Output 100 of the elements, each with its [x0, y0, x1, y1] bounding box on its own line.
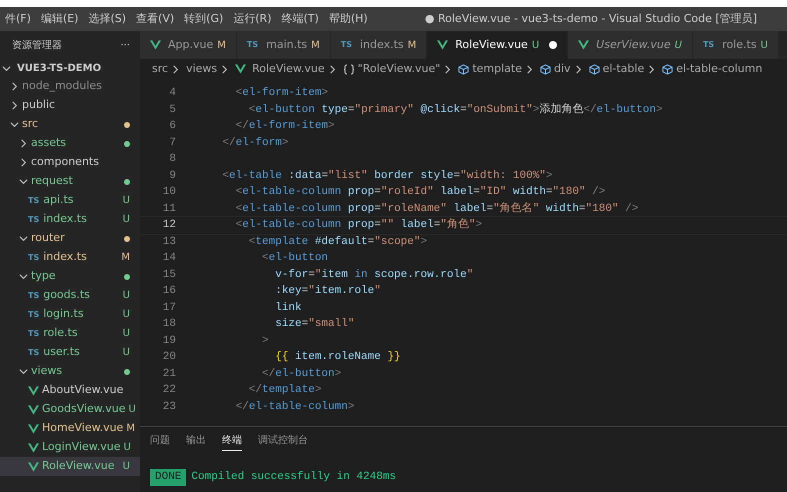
line-number: 12 — [162, 218, 176, 233]
menu-item[interactable]: 选择(S) — [83, 10, 132, 28]
chevron-icon[interactable] — [19, 177, 28, 186]
tree-item[interactable]: TS goods.ts U — [0, 286, 140, 305]
git-status: U — [674, 38, 682, 52]
chevron-icon[interactable] — [19, 234, 28, 243]
code-line: </el-button> — [261, 366, 342, 382]
panel-tab[interactable]: 输出 — [186, 431, 206, 451]
breadcrumb-item[interactable]: RoleView.vue — [252, 60, 325, 78]
git-status: U — [122, 327, 130, 341]
menu-item[interactable]: 查看(V) — [131, 10, 180, 28]
vue-file-icon — [28, 404, 39, 414]
panel-tab[interactable]: 问题 — [150, 431, 170, 451]
breadcrumb-item[interactable]: div — [554, 60, 571, 78]
chevron-icon[interactable] — [19, 272, 28, 281]
menu-item[interactable]: 件(F) — [0, 10, 36, 28]
separator-icon[interactable] — [574, 64, 583, 74]
breadcrumb-item[interactable]: el-table-column — [676, 60, 762, 78]
code-line: <el-button — [261, 251, 328, 266]
element-icon — [458, 64, 470, 74]
chevron-icon[interactable] — [2, 64, 11, 72]
ts-file-icon: TS — [28, 194, 40, 206]
line-number: 22 — [162, 383, 176, 398]
git-status: M — [126, 422, 135, 436]
editor-tab[interactable]: UserView.vue U — [568, 31, 693, 59]
breadcrumb-item[interactable]: src — [152, 60, 168, 78]
tree-item[interactable]: public — [0, 96, 140, 115]
panel-tab[interactable]: 终端 — [222, 431, 242, 451]
chevron-icon[interactable] — [10, 120, 19, 129]
chevron-icon[interactable] — [10, 82, 19, 91]
separator-icon[interactable] — [443, 64, 452, 74]
tree-item[interactable]: HomeView.vue M — [0, 419, 140, 438]
git-status: U — [532, 38, 540, 52]
menu-item[interactable]: 运行(R) — [228, 10, 276, 28]
chevron-icon[interactable] — [10, 101, 19, 110]
file-name: AboutView.vue — [42, 382, 124, 398]
element-icon — [540, 64, 551, 74]
project-title[interactable]: VUE3-TS-DEMO — [17, 60, 102, 76]
more-button[interactable]: ··· — [120, 38, 130, 52]
editor-tab[interactable]: TS index.ts M — [330, 31, 428, 59]
menu-item[interactable]: 终端(T) — [276, 10, 324, 28]
element-icon — [588, 64, 600, 74]
editor-tab[interactable]: App.vue M — [140, 31, 237, 59]
tree-item[interactable]: TS login.ts U — [0, 305, 140, 324]
breadcrumb-item[interactable]: views — [186, 60, 218, 78]
tree-item[interactable]: assets — [0, 134, 140, 153]
tree-item[interactable]: GoodsView.vue U — [0, 400, 140, 419]
tree-item[interactable]: router — [0, 229, 140, 248]
chevron-icon[interactable] — [19, 158, 28, 167]
tree-item[interactable]: TS index.ts M — [0, 248, 140, 267]
chevron-icon[interactable] — [19, 139, 28, 148]
git-status: U — [124, 441, 131, 455]
git-status: M — [408, 38, 416, 52]
menu-item[interactable]: 编辑(E) — [36, 10, 84, 28]
tree-item[interactable]: components — [0, 153, 140, 172]
tree-item[interactable]: TS api.ts U — [0, 191, 140, 210]
separator-icon[interactable] — [525, 64, 534, 74]
menu-item[interactable]: 帮助(H) — [324, 10, 373, 28]
tree-item[interactable]: RoleView.vue U — [0, 457, 140, 476]
code-line: link — [274, 300, 302, 316]
tree-item[interactable]: TS user.ts U — [0, 343, 140, 362]
menu-item[interactable]: 转到(G) — [179, 10, 228, 28]
line-number: 13 — [162, 234, 176, 250]
tree-item[interactable]: LoginView.vue U — [0, 438, 140, 457]
tree-item[interactable]: node_modules — [0, 77, 140, 96]
chevron-icon[interactable] — [19, 367, 28, 376]
file-name: public — [22, 97, 56, 114]
code-line: <el-table-column prop="" label="角色"> — [234, 217, 482, 233]
line-number: 20 — [162, 350, 176, 365]
vue-file-icon — [235, 64, 246, 74]
line-number: 15 — [162, 268, 176, 282]
breadcrumb-item[interactable]: el-table — [602, 60, 644, 78]
separator-icon[interactable] — [328, 64, 337, 74]
tree-item[interactable]: type — [0, 267, 140, 286]
code-line: </el-table-column> — [234, 400, 354, 414]
file-name: index.ts — [43, 249, 88, 266]
file-name: goods.ts — [43, 287, 91, 304]
separator-icon[interactable] — [220, 64, 230, 74]
ts-file-icon: TS — [28, 346, 40, 358]
separator-icon[interactable] — [171, 64, 180, 74]
code-line: v-for="item in scope.row.role" — [274, 268, 474, 282]
file-name: index.ts — [43, 211, 88, 228]
tree-item[interactable]: TS role.ts U — [0, 324, 140, 343]
tree-item[interactable]: request — [0, 172, 140, 191]
line-number: 4 — [168, 86, 176, 101]
git-status: U — [128, 403, 136, 417]
tree-item[interactable]: src — [0, 115, 140, 134]
editor-tab[interactable]: TS main.ts M — [236, 31, 331, 59]
separator-icon[interactable] — [647, 64, 656, 74]
editor-tab[interactable]: TS role.ts U — [692, 31, 779, 59]
code-line: </template> — [248, 383, 322, 398]
editor-tab[interactable]: RoleView.vue U — [427, 31, 568, 59]
sidebar-title: 资源管理器 — [12, 38, 62, 52]
tree-item[interactable]: AboutView.vue — [0, 381, 140, 400]
code-line: <el-table :data="list" border style="width: 100%"> — [221, 168, 553, 184]
breadcrumb-item[interactable]: "RoleView.vue" — [358, 60, 440, 78]
tree-item[interactable]: views — [0, 362, 140, 381]
breadcrumb-item[interactable]: template — [472, 60, 522, 78]
panel-tab[interactable]: 调试控制台 — [258, 431, 308, 451]
tree-item[interactable]: TS index.ts U — [0, 210, 140, 229]
